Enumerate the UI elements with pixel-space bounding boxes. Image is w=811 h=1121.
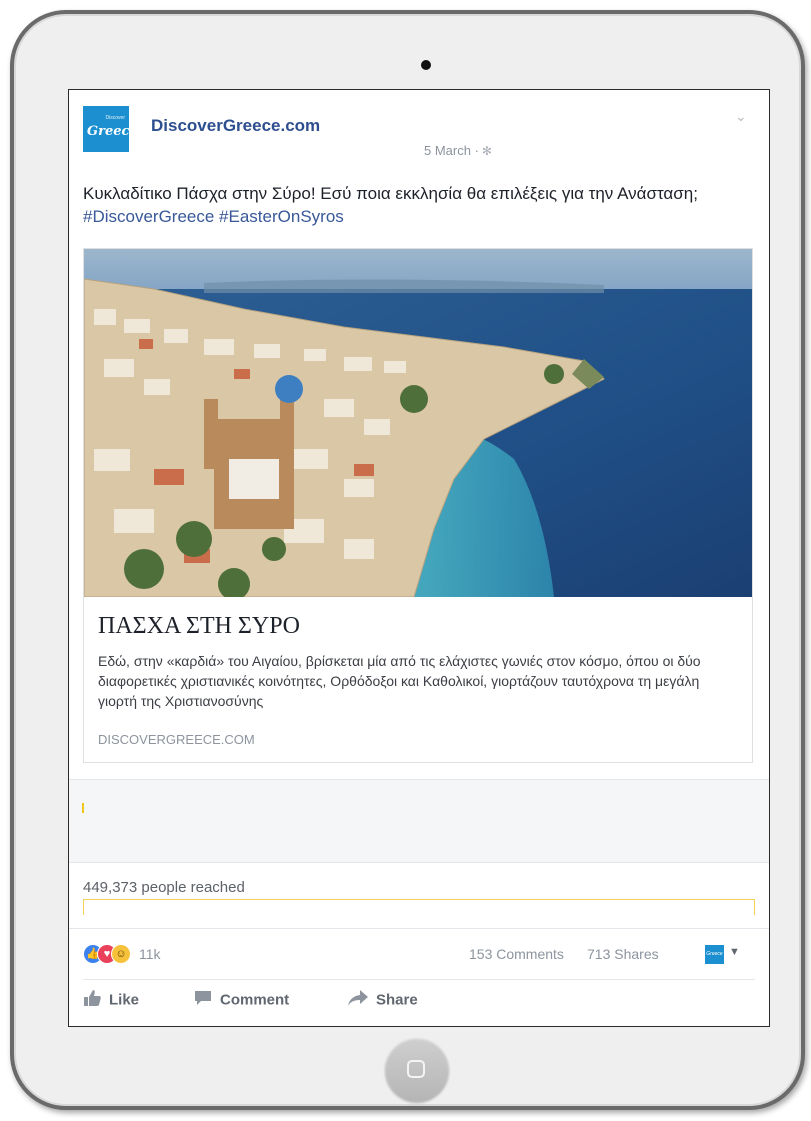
facebook-post: Discover Greece DiscoverGreece.com 5 Mar… (68, 89, 770, 1027)
wow-icon: ☺ (111, 944, 131, 964)
link-preview-description: Εδώ, στην «καρδιά» του Αιγαίου, βρίσκετα… (98, 653, 701, 709)
share-arrow-icon (348, 990, 368, 1010)
link-preview-domain: DISCOVERGREECE.COM (98, 732, 255, 747)
home-button[interactable] (385, 1038, 449, 1102)
comment-label: Comment (220, 991, 290, 1009)
link-preview-title[interactable]: ΠΑΣΧΑ ΣΤΗ ΣΥΡΟ (98, 613, 300, 640)
reach-bar (83, 899, 755, 915)
share-label: Share (376, 991, 418, 1009)
home-square-icon (407, 1060, 425, 1078)
comment-button[interactable]: Comment (194, 990, 289, 1012)
reach-count[interactable]: 449,373 people reached (83, 879, 245, 896)
like-label: Like (109, 991, 140, 1009)
post-menu-chevron-icon[interactable]: ⌄ (735, 108, 747, 125)
reactions-count: 11k (139, 946, 161, 962)
insights-marker (82, 803, 84, 813)
comment-icon (194, 990, 212, 1010)
like-button[interactable]: Like (83, 990, 139, 1012)
divider (69, 928, 769, 929)
page-logo[interactable]: Discover Greece (83, 106, 129, 152)
globe-icon: ✻ (481, 144, 492, 158)
link-preview-image[interactable] (84, 249, 752, 597)
camera-dot (421, 60, 431, 70)
logo-small-text: Discover (105, 115, 125, 121)
post-text-body: Κυκλαδίτικο Πάσχα στην Σύρο! Εσύ ποια εκ… (83, 184, 698, 203)
share-button[interactable]: Share (348, 990, 418, 1012)
thumbs-up-icon (83, 990, 101, 1010)
divider (69, 862, 769, 863)
divider (83, 979, 755, 980)
post-date[interactable]: 5 March · ✻ (424, 143, 492, 158)
link-preview-card[interactable]: ΠΑΣΧΑ ΣΤΗ ΣΥΡΟ Εδώ, στην «καρδιά» του Αι… (83, 248, 753, 763)
shares-count[interactable]: 713 Shares (587, 946, 659, 962)
post-date-text: 5 March · (424, 143, 479, 158)
insights-chart-area (69, 780, 769, 862)
comments-count[interactable]: 153 Comments (469, 946, 564, 962)
logo-text: Greece (87, 124, 129, 139)
post-hashtags[interactable]: #DiscoverGreece #EasterOnSyros (83, 207, 344, 226)
page-avatar-small[interactable]: Greece (705, 945, 724, 964)
page-name-link[interactable]: DiscoverGreece.com (151, 116, 320, 136)
caret-down-icon[interactable]: ▼ (729, 946, 740, 958)
post-text: Κυκλαδίτικο Πάσχα στην Σύρο! Εσύ ποια εκ… (83, 182, 743, 228)
